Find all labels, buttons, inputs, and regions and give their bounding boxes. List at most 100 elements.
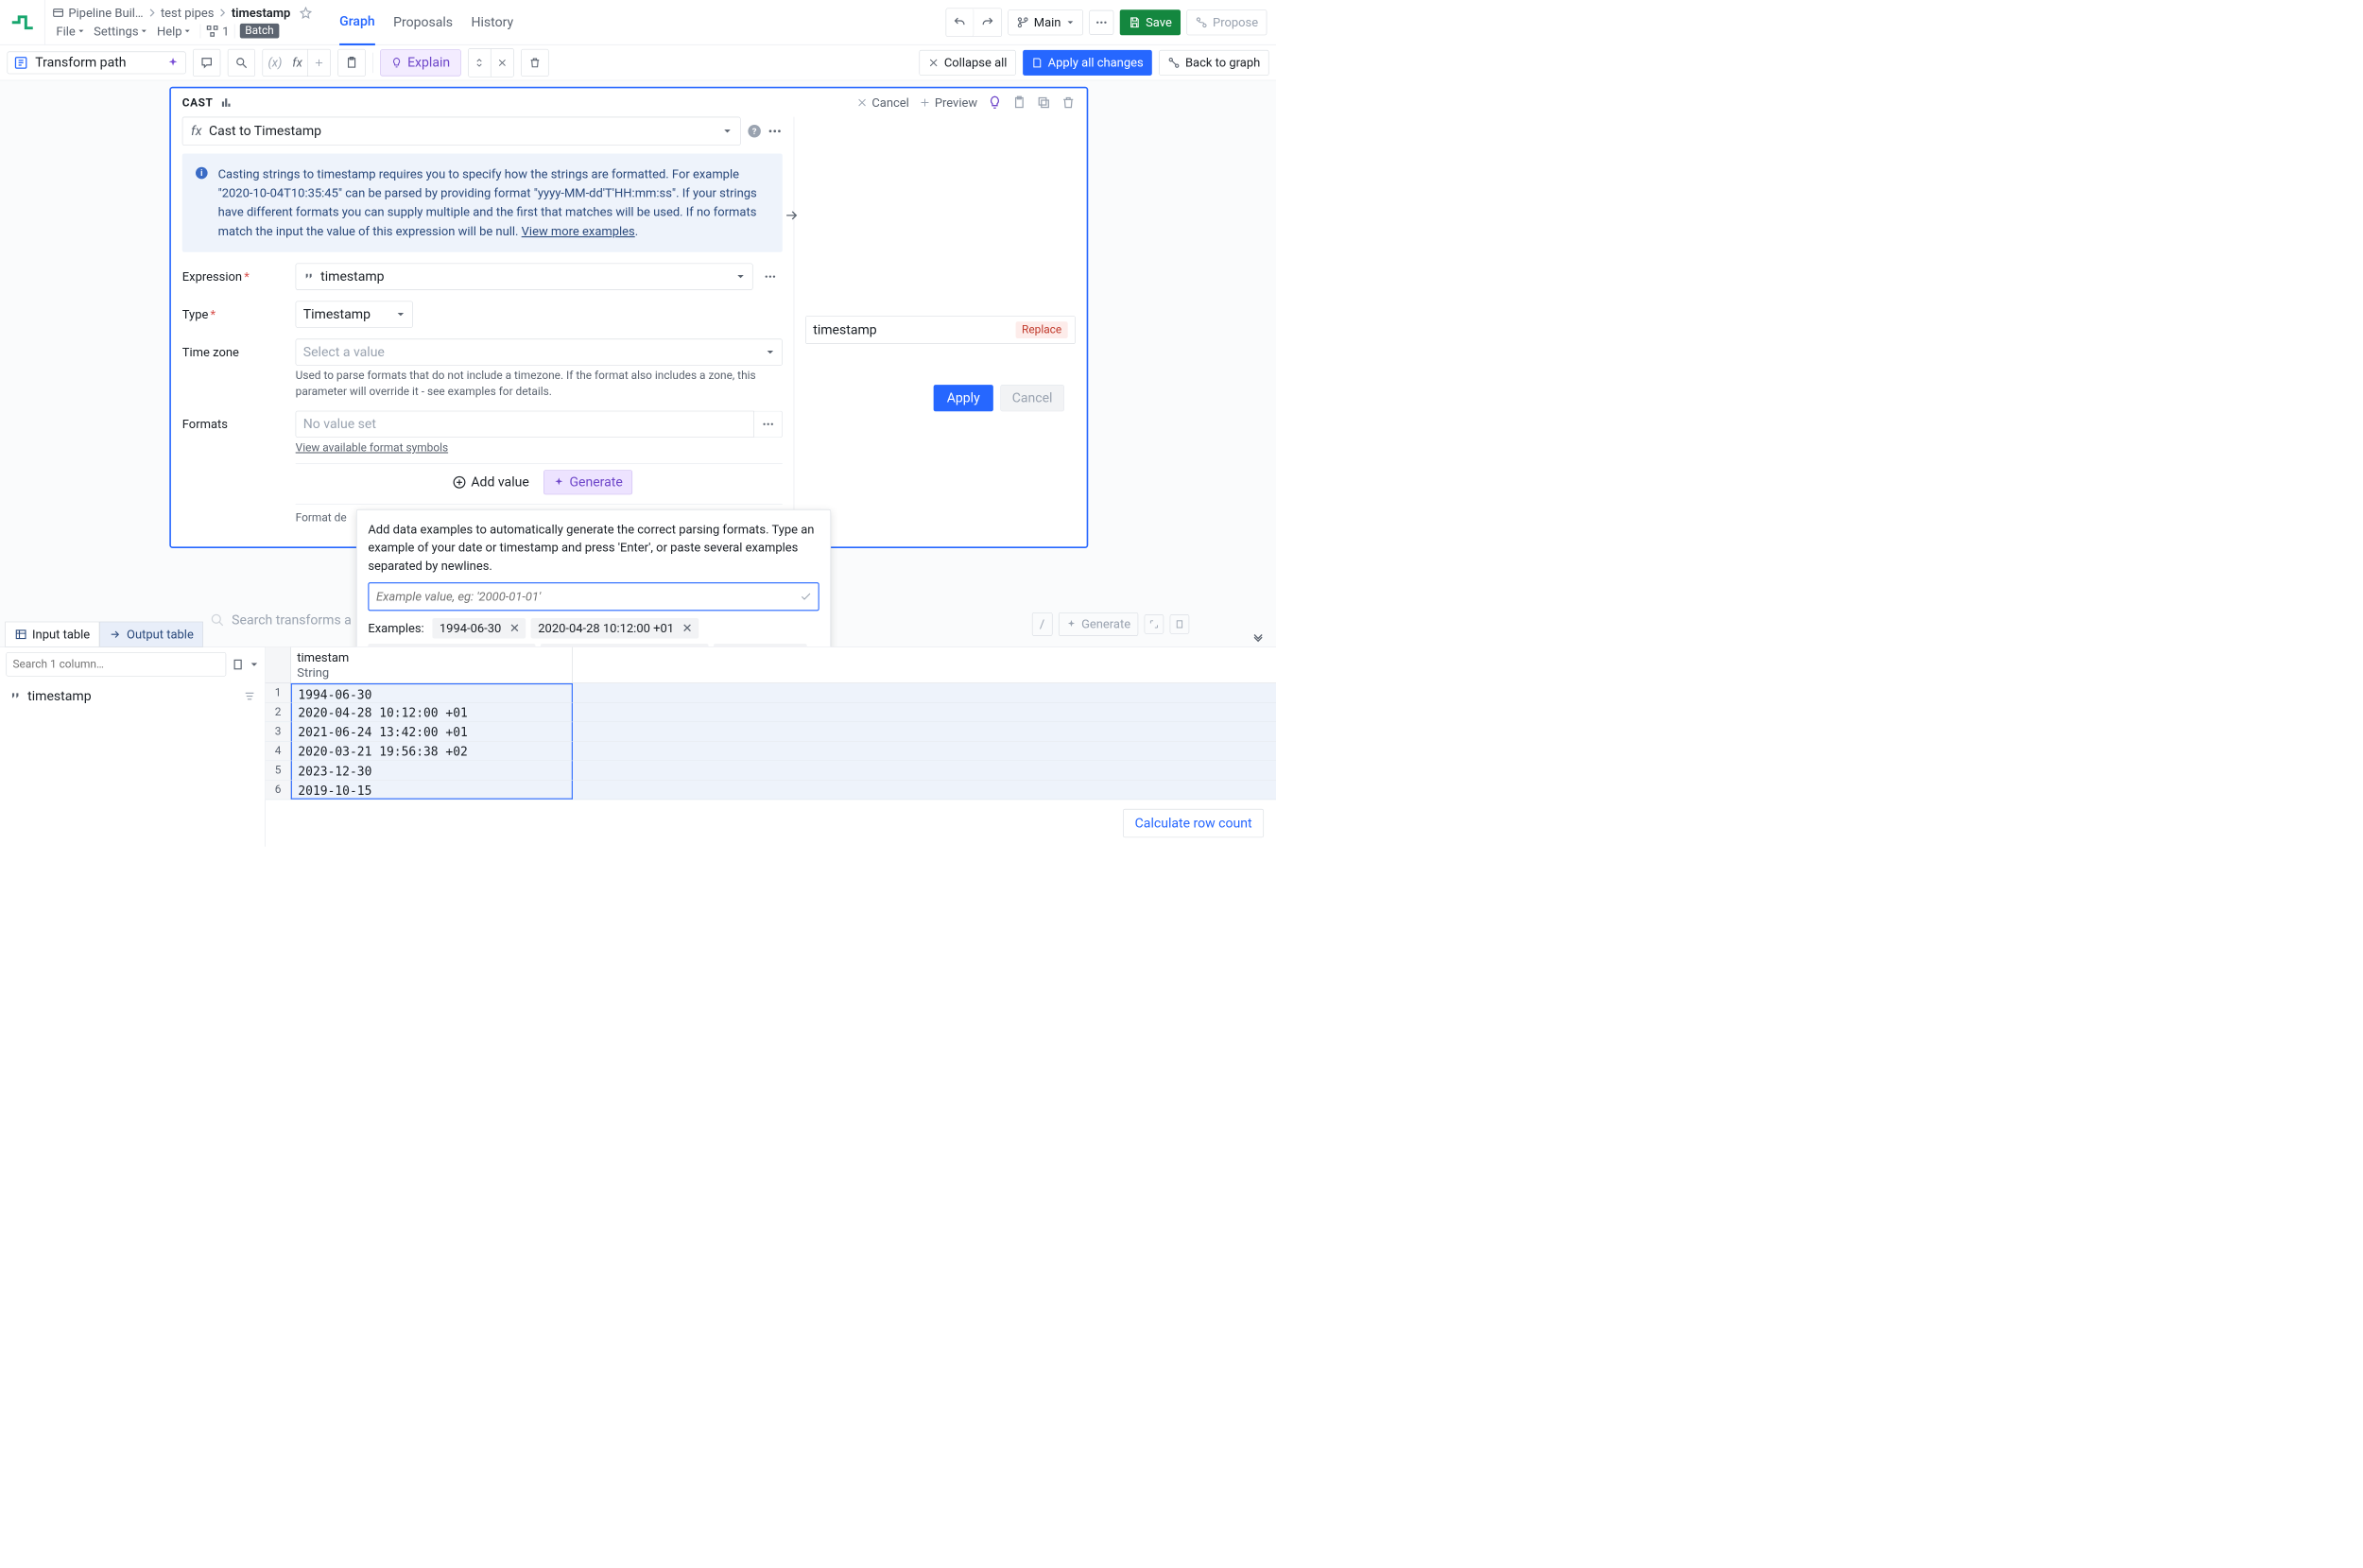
confirm-example-button[interactable]	[794, 591, 819, 603]
caret-down-icon	[766, 348, 775, 357]
clipboard-mini-button[interactable]	[1170, 614, 1190, 634]
fx-add[interactable]	[307, 49, 330, 76]
close-button[interactable]	[491, 49, 513, 77]
popover-text: Add data examples to automatically gener…	[368, 520, 819, 575]
help-icon[interactable]: ?	[747, 124, 762, 139]
expand-button[interactable]	[1145, 614, 1164, 634]
menu-help[interactable]: Help	[153, 22, 196, 40]
remove-chip-icon[interactable]: ✕	[679, 621, 695, 635]
table-row[interactable]: 62019-10-15	[266, 781, 1276, 801]
delete-button[interactable]	[521, 49, 548, 77]
view-examples-link[interactable]: View more examples	[522, 224, 635, 238]
clipboard-button[interactable]	[338, 49, 366, 77]
transform-path-selector[interactable]: Transform path	[8, 51, 186, 74]
cast-function-select[interactable]: fx Cast to Timestamp	[182, 117, 741, 146]
tab-history[interactable]: History	[471, 0, 513, 43]
propose-button[interactable]: Propose	[1186, 9, 1267, 35]
type-select[interactable]: Timestamp	[296, 301, 413, 327]
more-menu[interactable]	[1089, 10, 1113, 35]
expression-more[interactable]	[758, 264, 783, 290]
cell[interactable]: 2023-12-30	[291, 761, 573, 780]
breadcrumb-root[interactable]: Pipeline Buil…	[68, 6, 143, 20]
trash-icon[interactable]	[1061, 95, 1076, 110]
transform-toolbar: Transform path (x) fx Explain Collapse a…	[0, 45, 1276, 81]
move-updown-button[interactable]	[469, 49, 492, 77]
examples-label: Examples:	[368, 621, 423, 635]
row-number: 4	[266, 742, 291, 761]
calculate-row-count-button[interactable]: Calculate row count	[1123, 809, 1264, 837]
tab-proposals[interactable]: Proposals	[393, 0, 453, 43]
branches-icon[interactable]	[206, 25, 219, 38]
input-table-tab[interactable]: Input table	[5, 622, 99, 647]
output-row: timestamp Replace	[805, 316, 1076, 344]
slash-button[interactable]: /	[1032, 612, 1053, 636]
back-to-graph-button[interactable]: Back to graph	[1159, 50, 1268, 76]
expression-select[interactable]: timestamp	[296, 264, 753, 290]
generate-mini-button[interactable]: Generate	[1059, 612, 1138, 636]
example-input[interactable]	[369, 583, 793, 610]
caret-down-icon[interactable]	[250, 660, 259, 669]
cell[interactable]: 2021-06-24 13:42:00 +01	[291, 722, 573, 741]
clipboard-icon[interactable]	[1012, 95, 1026, 110]
plus-icon	[920, 97, 931, 109]
app-logo[interactable]	[0, 0, 45, 44]
column-header[interactable]: timestam String	[291, 647, 573, 683]
generate-toggle[interactable]: Generate	[543, 471, 632, 495]
menu-file[interactable]: File	[52, 22, 89, 40]
table-row[interactable]: 32021-06-24 13:42:00 +01	[266, 722, 1276, 742]
cancel-button[interactable]: Cancel	[1000, 385, 1064, 411]
explain-button[interactable]: Explain	[380, 49, 460, 76]
ellipsis-icon[interactable]	[768, 124, 783, 139]
main-tabs: Graph Proposals History	[319, 0, 514, 44]
apply-button[interactable]: Apply	[934, 385, 993, 411]
quote-icon	[303, 271, 315, 283]
branch-selector[interactable]: Main	[1008, 9, 1082, 35]
redo-button[interactable]	[974, 9, 1001, 36]
breadcrumb-mid[interactable]: test pipes	[161, 6, 215, 20]
sort-icon[interactable]	[244, 690, 256, 702]
search-button[interactable]	[228, 49, 255, 77]
card-cancel-button[interactable]: Cancel	[856, 95, 909, 110]
table-row[interactable]: 42020-03-21 19:56:38 +02	[266, 742, 1276, 762]
copy-icon[interactable]	[1037, 95, 1051, 110]
table-row[interactable]: 11994-06-30	[266, 683, 1276, 703]
bar-chart-icon[interactable]	[220, 96, 233, 109]
output-column-input[interactable]: timestamp Replace	[805, 316, 1076, 344]
replace-tag: Replace	[1016, 321, 1068, 338]
save-button[interactable]: Save	[1120, 9, 1181, 35]
undo-button[interactable]	[946, 9, 974, 36]
formats-input[interactable]: No value set	[296, 411, 754, 438]
branch-icon	[1016, 16, 1028, 28]
cell[interactable]: 2020-03-21 19:56:38 +02	[291, 742, 573, 761]
menu-settings[interactable]: Settings	[90, 22, 152, 40]
fx-group[interactable]: (x) fx	[263, 49, 332, 77]
preview-panel: Input table Output table timestamp	[0, 646, 1276, 847]
table-row[interactable]: 52023-12-30	[266, 761, 1276, 781]
lightbulb-icon[interactable]	[988, 95, 1002, 110]
add-value-button[interactable]: Add value	[445, 471, 536, 494]
column-list-item[interactable]: timestamp	[0, 681, 265, 711]
star-icon[interactable]	[300, 7, 312, 19]
formats-label: Formats	[182, 411, 296, 432]
cell[interactable]: 2020-04-28 10:12:00 +01	[291, 703, 573, 722]
remove-chip-icon[interactable]: ✕	[507, 621, 523, 635]
column-search-input[interactable]	[6, 652, 226, 676]
chevron-collapse-icon[interactable]	[1250, 630, 1266, 646]
timezone-select[interactable]: Select a value	[296, 338, 783, 365]
cell[interactable]: 2019-10-15	[291, 781, 573, 800]
formats-more[interactable]	[754, 411, 783, 438]
tab-graph[interactable]: Graph	[339, 0, 375, 45]
breadcrumb: Pipeline Buil… test pipes timestamp	[45, 2, 319, 19]
clipboard-icon[interactable]	[232, 658, 245, 671]
cell[interactable]: 1994-06-30	[291, 683, 573, 702]
collapse-all-button[interactable]: Collapse all	[919, 50, 1015, 76]
card-preview-button[interactable]: Preview	[920, 95, 977, 110]
comment-button[interactable]	[193, 49, 220, 77]
top-bar: Pipeline Buil… test pipes timestamp File…	[0, 0, 1276, 45]
format-symbols-link[interactable]: View available format symbols	[296, 441, 448, 455]
output-table-tab[interactable]: Output table	[99, 622, 203, 647]
apply-all-button[interactable]: Apply all changes	[1023, 50, 1152, 76]
graph-icon	[1168, 57, 1181, 69]
batch-tag: Batch	[240, 24, 279, 39]
table-row[interactable]: 22020-04-28 10:12:00 +01	[266, 703, 1276, 723]
